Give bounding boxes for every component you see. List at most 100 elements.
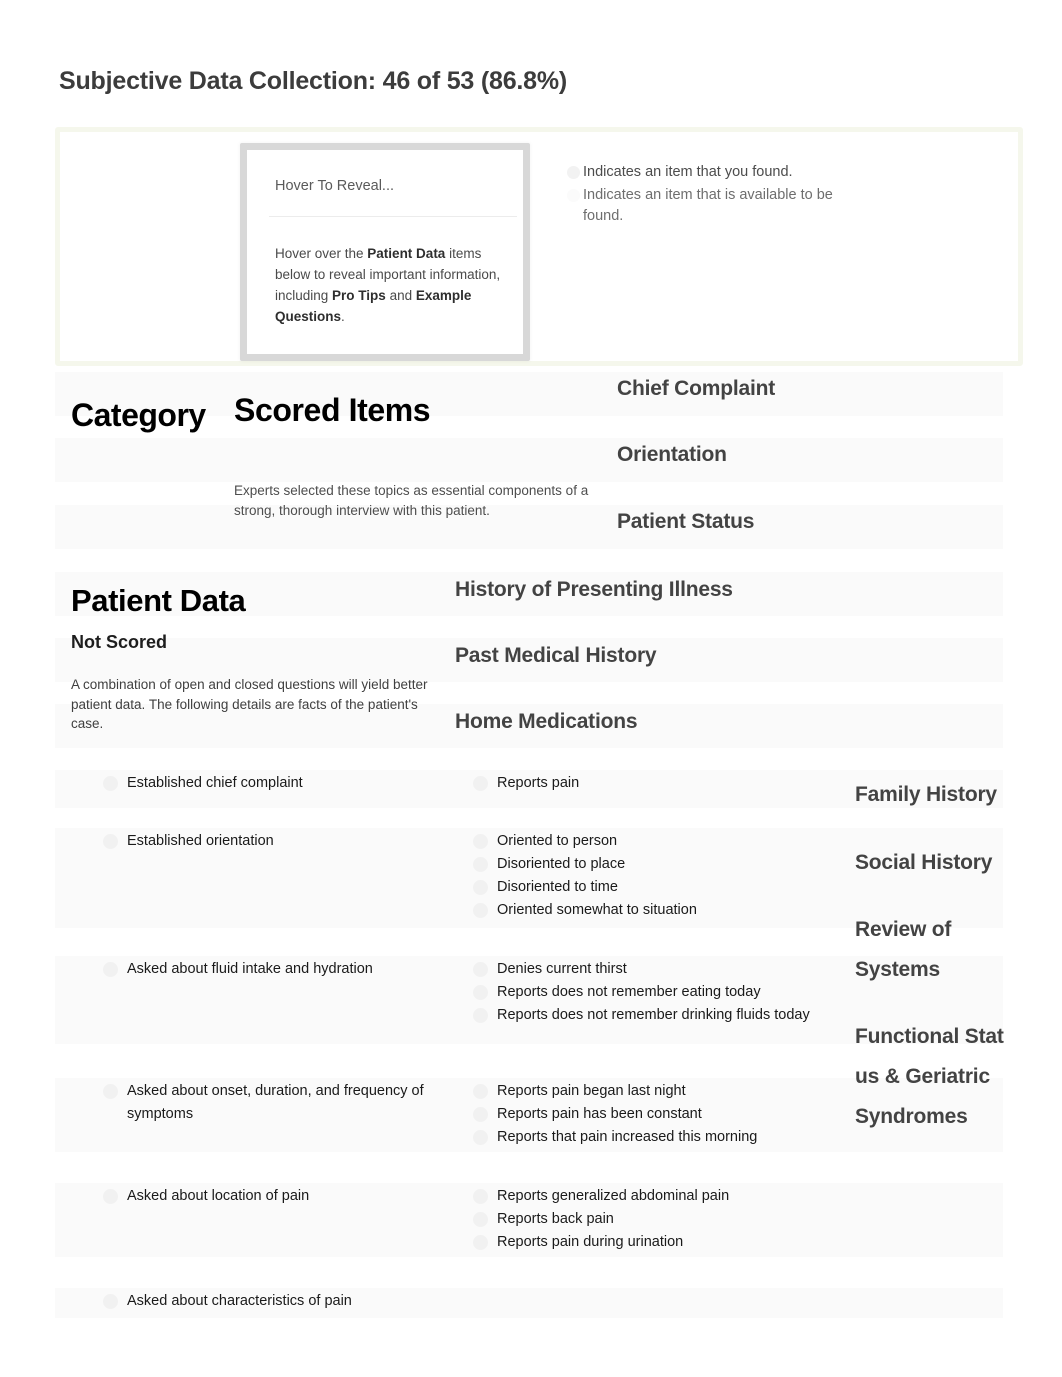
row-findings: Denies current thirst Reports does not r… (465, 958, 840, 1027)
list-item[interactable]: Reports pain (465, 772, 840, 795)
filled-circle-icon (473, 857, 488, 872)
list-item-label: Denies current thirst (497, 961, 627, 977)
filled-circle-icon (567, 166, 580, 179)
scored-items-heading: Scored Items (234, 392, 431, 428)
filled-circle-icon (473, 1189, 488, 1204)
list-item[interactable]: Established orientation (95, 830, 465, 853)
list-item[interactable]: Oriented to person (465, 830, 840, 853)
filled-circle-icon (103, 834, 118, 849)
list-item-label: Oriented to person (497, 833, 618, 849)
list-item[interactable]: Reports pain has been constant (465, 1103, 840, 1126)
filled-circle-icon (473, 834, 488, 849)
row-questions: Asked about characteristics of pain (95, 1290, 465, 1313)
list-item-label: Reports does not remember drinking fluid… (497, 1007, 810, 1023)
list-item[interactable]: Asked about fluid intake and hydration (95, 958, 465, 981)
list-item-label: Reports back pain (497, 1211, 614, 1227)
list-item-label: Disoriented to place (497, 856, 626, 872)
filled-circle-icon (473, 1130, 488, 1145)
row-questions: Established chief complaint (95, 772, 465, 795)
filled-circle-icon (103, 962, 118, 977)
row-questions: Asked about fluid intake and hydration (95, 958, 465, 981)
row-questions: Established orientation (95, 830, 465, 853)
category-patient-status[interactable]: Patient Status (617, 510, 754, 534)
legend-row-available: Indicates an item that is available to b… (565, 185, 865, 228)
hover-body-bold-pro-tips: Pro Tips (332, 288, 386, 303)
legend-found-label: Indicates an item that you found. (583, 164, 793, 180)
filled-circle-icon (473, 1008, 488, 1023)
category-chief-complaint[interactable]: Chief Complaint (617, 377, 775, 401)
category-home-medications[interactable]: Home Medications (455, 710, 638, 734)
filled-circle-icon (473, 1212, 488, 1227)
list-item-label: Established chief complaint (127, 775, 303, 791)
hover-card-body: Hover over the Patient Data items below … (275, 243, 517, 327)
category-review-of-systems[interactable]: Review of Systems (855, 910, 1005, 990)
filled-circle-icon (103, 1294, 118, 1309)
category-family-history[interactable]: Family History (855, 775, 1005, 815)
legend-available-label: Indicates an item that is available to b… (583, 186, 833, 225)
list-item-label: Reports pain (497, 775, 580, 791)
list-item[interactable]: Disoriented to time (465, 876, 840, 899)
list-item-label: Disoriented to time (497, 879, 618, 895)
filled-circle-icon (103, 1084, 118, 1099)
row-findings: Reports generalized abdominal pain Repor… (465, 1185, 840, 1254)
right-category-column: Family History Social History Review of … (855, 775, 1005, 1137)
list-item[interactable]: Asked about onset, duration, and frequen… (95, 1080, 465, 1126)
hover-body-prefix: Hover over the (275, 246, 368, 261)
row-findings: Reports pain (465, 772, 840, 795)
hover-body-and: and (385, 288, 416, 303)
hover-card-divider (269, 216, 517, 217)
list-item[interactable]: Established chief complaint (95, 772, 465, 795)
page-title: Subjective Data Collection: 46 of 53 (86… (59, 67, 568, 95)
list-item-label: Reports pain during urination (497, 1234, 684, 1250)
filled-circle-icon (473, 903, 488, 918)
hover-card-title: Hover To Reveal... (275, 178, 395, 194)
list-item[interactable]: Denies current thirst (465, 958, 840, 981)
list-item-label: Reports does not remember eating today (497, 984, 761, 1000)
category-functional-status-geriatric-syndromes[interactable]: Functional Status & Geriatric Syndromes (855, 1017, 1005, 1137)
hover-body-bold-patient-data: Patient Data (367, 246, 446, 261)
list-item[interactable]: Asked about location of pain (95, 1185, 465, 1208)
filled-circle-icon (473, 1084, 488, 1099)
scored-items-description: Experts selected these topics as essenti… (234, 483, 589, 518)
list-item[interactable]: Disoriented to place (465, 853, 840, 876)
patient-data-subheading: Not Scored (71, 632, 168, 652)
list-item[interactable]: Asked about characteristics of pain (95, 1290, 465, 1313)
filled-circle-icon (473, 985, 488, 1000)
list-item-label: Established orientation (127, 833, 274, 849)
filled-circle-icon (103, 1189, 118, 1204)
patient-data-description: A combination of open and closed questio… (71, 677, 428, 731)
row-findings: Oriented to person Disoriented to place … (465, 830, 840, 922)
list-item-label: Asked about fluid intake and hydration (127, 961, 373, 977)
legend: Indicates an item that you found. Indica… (565, 162, 865, 229)
list-item[interactable]: Reports generalized abdominal pain (465, 1185, 840, 1208)
stripe-band (55, 438, 1003, 482)
category-column-heading: Category (71, 397, 206, 433)
list-item[interactable]: Reports pain during urination (465, 1231, 840, 1254)
patient-data-heading: Patient Data (71, 583, 246, 618)
list-item[interactable]: Oriented somewhat to situation (465, 899, 840, 922)
list-item[interactable]: Reports back pain (465, 1208, 840, 1231)
list-item-label: Asked about onset, duration, and frequen… (127, 1083, 424, 1122)
info-panel: Hover To Reveal... Hover over the Patien… (55, 127, 1023, 366)
filled-circle-icon (473, 776, 488, 791)
list-item[interactable]: Reports pain began last night (465, 1080, 840, 1103)
list-item-label: Asked about characteristics of pain (127, 1293, 352, 1309)
list-item-label: Reports pain began last night (497, 1083, 686, 1099)
hover-body-suffix: . (341, 309, 345, 324)
category-history-of-presenting-illness[interactable]: History of Presenting Illness (455, 578, 733, 602)
hollow-circle-icon (567, 188, 580, 202)
list-item-label: Reports that pain increased this morning (497, 1129, 758, 1145)
row-questions: Asked about onset, duration, and frequen… (95, 1080, 465, 1126)
category-social-history[interactable]: Social History (855, 843, 1005, 883)
list-item[interactable]: Reports does not remember drinking fluid… (465, 1004, 840, 1027)
category-orientation[interactable]: Orientation (617, 443, 727, 467)
list-item[interactable]: Reports that pain increased this morning (465, 1126, 840, 1149)
filled-circle-icon (103, 776, 118, 791)
filled-circle-icon (473, 1235, 488, 1250)
list-item-label: Asked about location of pain (127, 1188, 310, 1204)
list-item[interactable]: Reports does not remember eating today (465, 981, 840, 1004)
list-item-label: Reports generalized abdominal pain (497, 1188, 730, 1204)
list-item-label: Oriented somewhat to situation (497, 902, 697, 918)
filled-circle-icon (473, 962, 488, 977)
category-past-medical-history[interactable]: Past Medical History (455, 644, 657, 668)
